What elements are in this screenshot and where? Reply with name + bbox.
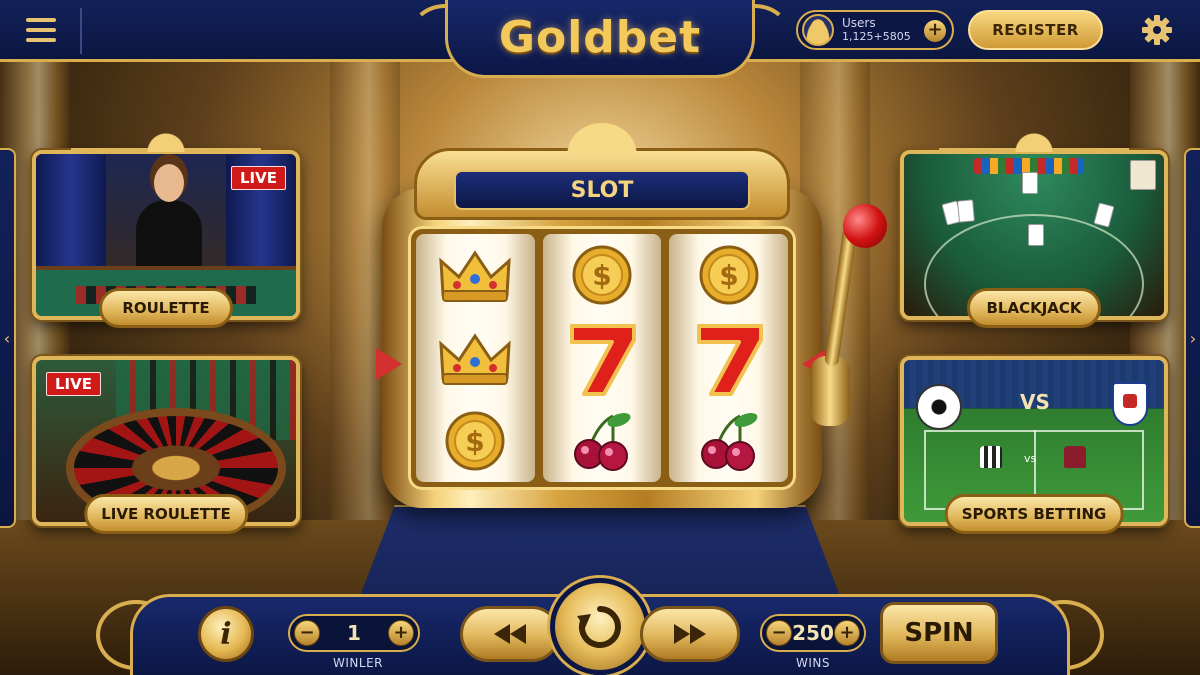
left-payline-arrow-icon [376,348,402,380]
cherry-icon [689,406,769,476]
reel-3: $ [669,234,789,482]
bet-caption: WINS [796,656,830,670]
card-crest-ornament [71,122,261,152]
playing-card [1022,172,1038,194]
fast-forward-button[interactable] [640,606,740,662]
lever-knob[interactable] [843,204,887,248]
logo-plate: Goldbet [445,0,755,78]
dealer-head [154,164,184,202]
auto-spin-button[interactable] [550,578,650,675]
bet-value: 250 [792,621,834,645]
rewind-icon [494,624,526,644]
user-icon [802,14,834,46]
card-crest-ornament [939,122,1129,152]
reel-2: $ [542,234,662,482]
blackjack-label: BLACKJACK [967,288,1101,328]
coin-icon: $ [435,406,515,476]
jersey-icon [1064,446,1086,468]
svg-text:$: $ [466,425,485,458]
vs-label: VS [1020,390,1050,414]
seven-icon [689,323,769,396]
logo: Goldbet [498,12,702,63]
seven-icon [562,323,642,396]
svg-text:$: $ [592,259,611,292]
gear-icon[interactable] [1136,10,1178,50]
game-card-blackjack[interactable]: BLACKJACK [900,148,1168,328]
coin-icon: $ [689,240,769,310]
team-crest-icon [1112,382,1148,426]
bet-plus-button[interactable]: + [834,620,860,646]
users-count: 1,125+5805 [842,30,911,43]
slot-title: SLOT [454,170,750,210]
users-label: Users [842,16,876,30]
card-shoe [1130,160,1156,190]
svg-text:$: $ [719,259,738,292]
users-counter: Users 1,125+5805 + [796,10,954,50]
info-button[interactable]: i [198,606,254,662]
reel-1: $ [416,234,535,482]
cherry-icon [562,406,642,476]
hamburger-icon[interactable] [16,10,66,50]
fast-forward-icon [674,624,706,644]
bet-stepper: − 250 + [760,614,866,652]
refresh-icon [577,605,621,648]
next-arrow-icon[interactable]: › [1184,148,1200,528]
roulette-label: ROULETTE [99,288,233,328]
playing-card [1028,224,1044,246]
add-users-plus-icon[interactable]: + [924,20,946,42]
sports-betting-label: SPORTS BETTING [944,494,1124,534]
dealer [136,200,202,270]
bet-minus-button[interactable]: − [766,620,792,646]
crown-icon [435,240,515,310]
crown-icon [435,323,515,393]
lines-value: 1 [347,621,361,645]
live-badge: LIVE [231,166,286,190]
soccer-ball-icon [916,384,962,430]
curtain [36,154,106,274]
users-text: Users 1,125+5805 [842,16,911,44]
reels-frame: $ $ $ [408,226,796,490]
lines-stepper: − 1 + [288,614,420,652]
live-roulette-label: LIVE ROULETTE [84,494,248,534]
reels: $ $ $ [416,234,789,482]
register-button[interactable]: REGISTER [968,10,1103,50]
divider [80,8,82,54]
lines-plus-button[interactable]: + [387,620,414,646]
coin-icon: $ [562,240,642,310]
live-badge: LIVE [46,372,101,396]
previous-arrow-icon[interactable]: ‹ [0,148,16,528]
game-card-sports-betting[interactable]: VS vs SPORTS BETTING [900,356,1168,534]
playing-card [1093,202,1115,228]
slot-crown-ornament [562,118,642,154]
game-card-live-roulette[interactable]: LIVE LIVE ROULETTE [32,356,300,534]
spin-button[interactable]: SPIN [880,602,998,664]
vs-small-label: vs [1024,452,1037,465]
gear-svg [1142,15,1172,45]
slot-machine: SLOT $ $ $ [362,118,887,516]
lines-caption: WINLER [333,656,383,670]
game-card-roulette[interactable]: LIVE ROULETTE [32,148,300,328]
lines-minus-button[interactable]: − [294,620,320,646]
lever-base [810,356,850,426]
jersey-icon [980,446,1002,468]
rewind-button[interactable] [460,606,560,662]
playing-card [957,199,975,223]
